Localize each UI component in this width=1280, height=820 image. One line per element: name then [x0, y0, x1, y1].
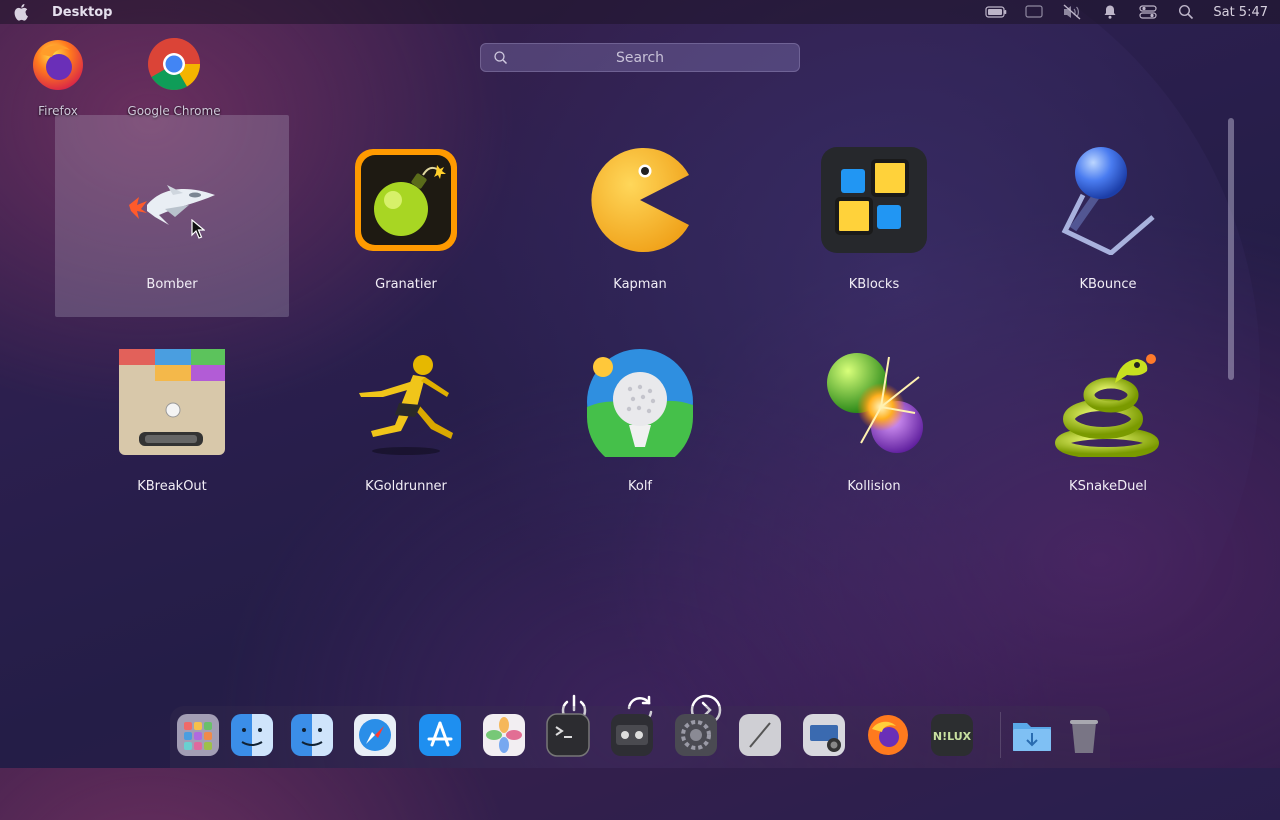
dock-separator	[1000, 712, 1001, 758]
svg-text:N!LUX: N!LUX	[933, 730, 972, 743]
desktop-item-google-chrome[interactable]: Google Chrome	[119, 36, 229, 118]
battery-icon[interactable]	[985, 4, 1007, 20]
system-settings-icon[interactable]	[674, 713, 718, 757]
kollision-icon	[827, 353, 923, 453]
control-center-icon[interactable]	[1137, 4, 1159, 20]
ksnakeduel-icon	[1055, 354, 1159, 457]
launcher-search[interactable]	[480, 43, 800, 72]
nilux-icon[interactable]: N!LUX	[930, 713, 974, 757]
firefox-icon	[33, 40, 83, 90]
kblocks-icon	[821, 147, 927, 253]
cassette-icon[interactable]	[610, 713, 654, 757]
finder-icon[interactable]	[290, 713, 334, 757]
app-label: Kolf	[627, 479, 653, 494]
menu-bar: Desktop Sat 5:47	[0, 0, 1280, 24]
chrome-icon	[148, 38, 200, 90]
mouse-cursor-icon	[191, 219, 205, 239]
kapman-icon	[591, 148, 689, 252]
search-input[interactable]	[481, 43, 799, 72]
trash-icon[interactable]	[1062, 713, 1106, 757]
clock[interactable]: Sat 5:47	[1213, 5, 1268, 20]
terminal-icon[interactable]	[546, 713, 590, 757]
app-label: KGoldrunner	[365, 479, 447, 494]
app-label: Bomber	[146, 277, 198, 292]
bomber-icon	[129, 185, 215, 225]
notification-bell-icon[interactable]	[1099, 4, 1121, 20]
finder-icon[interactable]	[230, 713, 274, 757]
screenshot-icon[interactable]	[802, 713, 846, 757]
app-kolf[interactable]: Kolf	[523, 317, 757, 519]
launchpad-icon[interactable]	[176, 713, 220, 757]
granatier-icon	[355, 149, 457, 251]
search-icon	[494, 51, 508, 65]
kbounce-icon	[1061, 147, 1155, 255]
app-kollision[interactable]: Kollision	[757, 317, 991, 519]
system-tray: Sat 5:47	[985, 0, 1280, 24]
app-label: Granatier	[375, 277, 437, 292]
search-icon[interactable]	[1175, 4, 1197, 20]
kbreakout-icon	[119, 349, 225, 455]
app-label: Kollision	[847, 479, 901, 494]
kolf-icon	[587, 349, 693, 457]
mute-icon[interactable]	[1061, 4, 1083, 20]
notes-icon[interactable]	[738, 713, 782, 757]
app-label: Kapman	[613, 277, 667, 292]
firefox-icon[interactable]	[866, 713, 910, 757]
photos-icon[interactable]	[482, 713, 526, 757]
launcher-scrollbar[interactable]	[1228, 118, 1234, 380]
app-granatier[interactable]: Granatier	[289, 115, 523, 317]
app-label: KBreakOut	[137, 479, 207, 494]
desktop-item-firefox[interactable]: Firefox	[3, 36, 113, 118]
app-kgoldrunner[interactable]: KGoldrunner	[289, 317, 523, 519]
display-icon[interactable]	[1023, 4, 1045, 20]
app-label: KBlocks	[848, 277, 900, 292]
app-ksnakeduel[interactable]: KSnakeDuel	[991, 317, 1225, 519]
app-label: KBounce	[1079, 277, 1137, 292]
app-kbreakout[interactable]: KBreakOut	[55, 317, 289, 519]
app-kbounce[interactable]: KBounce	[991, 115, 1225, 317]
kgoldrunner-icon	[359, 355, 453, 455]
app-bomber[interactable]: Bomber	[55, 115, 289, 317]
app-kblocks[interactable]: KBlocks	[757, 115, 991, 317]
app-kapman[interactable]: Kapman	[523, 115, 757, 317]
app-store-icon[interactable]	[418, 713, 462, 757]
app-label: KSnakeDuel	[1069, 479, 1147, 494]
menu-title[interactable]: Desktop	[52, 5, 112, 20]
apple-menu-icon[interactable]	[14, 3, 32, 21]
safari-icon[interactable]	[353, 713, 397, 757]
downloads-folder-icon[interactable]	[1010, 713, 1054, 757]
